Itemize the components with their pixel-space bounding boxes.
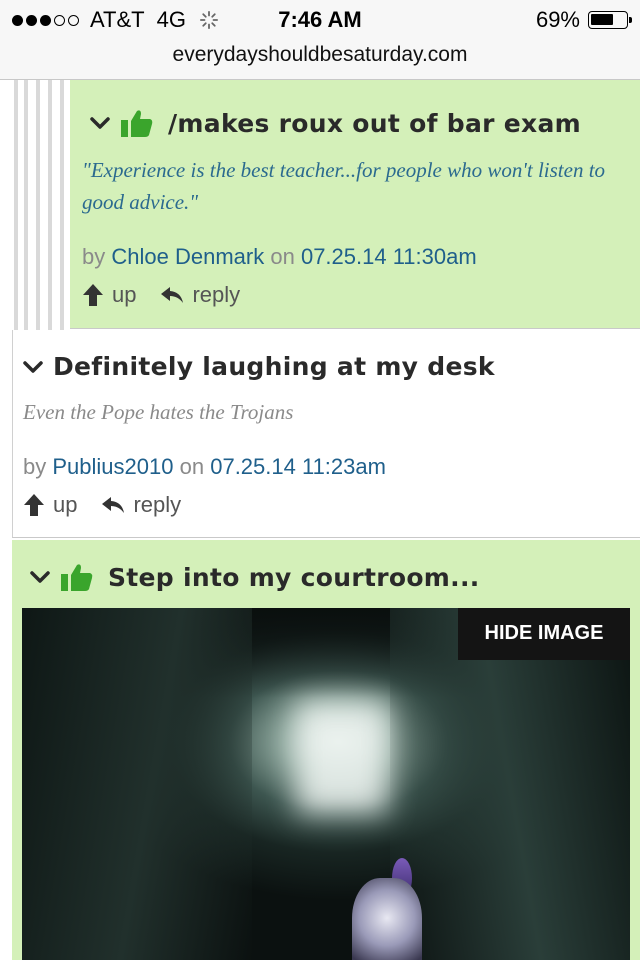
reply-label: reply: [192, 282, 241, 307]
battery-percent: 69%: [535, 7, 580, 32]
upvote-label: up: [53, 492, 78, 517]
reply-label: reply: [133, 492, 182, 517]
upvote-label: up: [112, 282, 137, 307]
comment-title[interactable]: Definitely laughing at my desk: [53, 352, 495, 381]
thumbs-up-icon: [61, 564, 93, 591]
url-bar[interactable]: everydayshouldbesaturday.com: [0, 40, 640, 80]
arrow-up-icon: [24, 494, 44, 516]
comment-body: Even the Pope hates the Trojans: [23, 400, 294, 424]
upvote-button[interactable]: up: [82, 282, 136, 308]
comment-title[interactable]: /makes roux out of bar exam: [168, 109, 581, 138]
comment-body: "Experience is the best teacher...for pe…: [82, 158, 606, 214]
chevron-down-icon[interactable]: [90, 116, 110, 130]
arrow-up-icon: [83, 284, 103, 306]
comment-meta: by Chloe Denmark on 07.25.14 11:30am: [82, 244, 477, 270]
timestamp-link[interactable]: 07.25.14 11:23am: [210, 454, 386, 479]
by-label: by: [82, 244, 106, 269]
url-text[interactable]: everydayshouldbesaturday.com: [173, 43, 468, 66]
chevron-down-icon[interactable]: [23, 360, 43, 374]
comment: Step into my courtroom... HIDE IMAGE: [12, 540, 640, 960]
reply-arrow-icon: [102, 497, 125, 513]
author-link[interactable]: Chloe Denmark: [111, 244, 264, 269]
author-link[interactable]: Publius2010: [52, 454, 173, 479]
thread-indent-lines: [0, 80, 70, 330]
comment-title[interactable]: Step into my courtroom...: [108, 563, 480, 592]
reply-arrow-icon: [161, 287, 184, 303]
timestamp-link[interactable]: 07.25.14 11:30am: [301, 244, 477, 269]
comment-meta: by Publius2010 on 07.25.14 11:23am: [23, 454, 386, 480]
comment-image[interactable]: HIDE IMAGE: [22, 608, 630, 960]
battery-icon: [588, 11, 632, 29]
hide-image-button[interactable]: HIDE IMAGE: [458, 608, 630, 660]
by-label: by: [23, 454, 47, 479]
comment: Definitely laughing at my desk Even the …: [12, 330, 640, 538]
reply-button[interactable]: reply: [101, 492, 181, 518]
status-bar: AT&T 4G 7:46 AM 69%: [0, 0, 640, 40]
reply-button[interactable]: reply: [160, 282, 240, 308]
thumbs-up-icon: [121, 110, 153, 137]
on-label: on: [270, 244, 295, 269]
comment: /makes roux out of bar exam "Experience …: [70, 80, 640, 329]
on-label: on: [179, 454, 205, 479]
upvote-button[interactable]: up: [23, 492, 77, 518]
chevron-down-icon[interactable]: [30, 570, 50, 584]
